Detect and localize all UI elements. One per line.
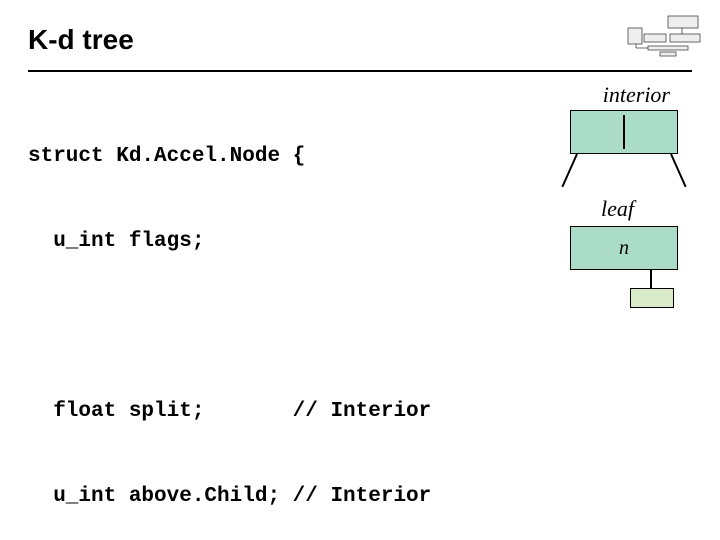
slide: K-d tree struct Kd.Accel.Node { u_int fl…	[0, 0, 720, 540]
code-line: u_int flags;	[28, 228, 532, 256]
code-text: u_int above.Child; // Interior	[53, 485, 431, 508]
primitive-box	[630, 288, 674, 308]
interior-node-box	[570, 110, 678, 154]
slide-body: struct Kd.Accel.Node { u_int flags; floa…	[28, 86, 692, 540]
edge-left	[561, 154, 577, 188]
code-blank	[28, 313, 532, 341]
code-line: u_int above.Child; // Interior	[28, 483, 532, 511]
code-line: float split; // Interior	[28, 398, 532, 426]
title-underline	[28, 70, 692, 72]
interior-label: interior	[603, 82, 670, 108]
code-line: struct Kd.Accel.Node {	[28, 143, 532, 171]
slide-title: K-d tree	[28, 20, 692, 66]
code-block: struct Kd.Accel.Node { u_int flags; floa…	[28, 86, 532, 540]
leaf-node-box: n	[570, 226, 678, 270]
edge-down	[650, 270, 652, 288]
node-diagram: interior leaf n	[532, 86, 692, 540]
code-text: u_int flags;	[53, 230, 204, 253]
split-line	[623, 115, 625, 149]
corner-schematic-icon	[626, 14, 706, 58]
leaf-n-label: n	[619, 237, 629, 260]
edge-right	[670, 154, 686, 188]
leaf-label: leaf	[601, 196, 634, 222]
code-text: float split; // Interior	[53, 400, 431, 423]
